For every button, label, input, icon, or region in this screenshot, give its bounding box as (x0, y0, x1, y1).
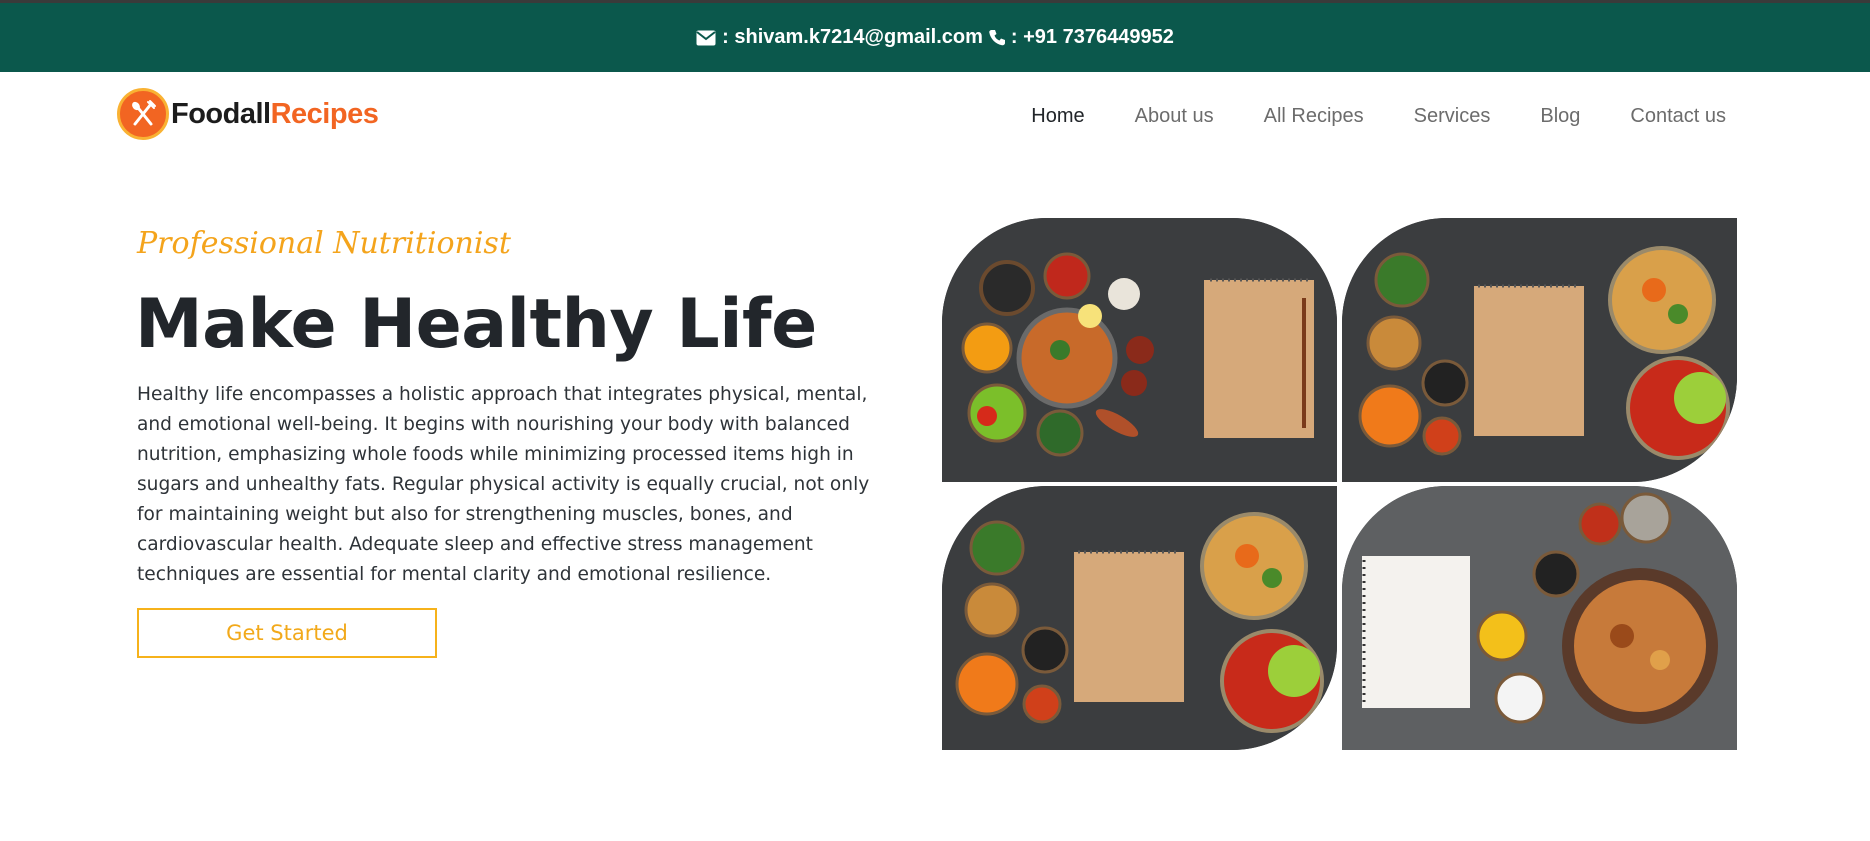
nav-services[interactable]: Services (1414, 105, 1491, 128)
veggies-and-notepad-image (942, 486, 1337, 750)
contact-bar: : shivam.k7214@gmail.com : +91 737644995… (0, 0, 1870, 72)
hero-description: Healthy life encompasses a holistic appr… (137, 384, 870, 585)
contact-phone-text: : +91 7376449952 (1010, 26, 1174, 48)
hero-title: Make Healthy Life (135, 285, 817, 364)
phone-icon (989, 29, 1005, 46)
get-started-button[interactable]: Get Started (137, 608, 437, 658)
brand-logo[interactable]: FoodallRecipes (117, 88, 379, 140)
main-nav: Home About us All Recipes Services Blog … (981, 72, 1726, 160)
stew-and-notebook-image (1342, 486, 1737, 750)
brand-name-part1: Foodall (171, 97, 271, 130)
spices-and-notepad-image (942, 218, 1337, 482)
navbar: FoodallRecipes Home About us All Recipes… (0, 72, 1870, 160)
contact-phone[interactable]: : +91 7376449952 (989, 26, 1174, 49)
contact-email-text: : shivam.k7214@gmail.com (722, 26, 983, 48)
brand-name: FoodallRecipes (171, 97, 379, 131)
nav-contact-us[interactable]: Contact us (1630, 105, 1726, 128)
food-gallery (942, 218, 1737, 750)
brand-name-part2: Recipes (270, 97, 379, 130)
nav-home[interactable]: Home (1031, 105, 1084, 128)
contact-email[interactable]: : shivam.k7214@gmail.com (696, 26, 983, 49)
nav-blog[interactable]: Blog (1540, 105, 1580, 128)
envelope-icon (696, 30, 716, 46)
nav-about-us[interactable]: About us (1135, 105, 1214, 128)
fork-spoon-icon (117, 88, 169, 140)
hero-eyebrow: Professional Nutritionist (137, 226, 511, 261)
salad-and-notepad-image (1342, 218, 1737, 482)
nav-all-recipes[interactable]: All Recipes (1264, 105, 1364, 128)
